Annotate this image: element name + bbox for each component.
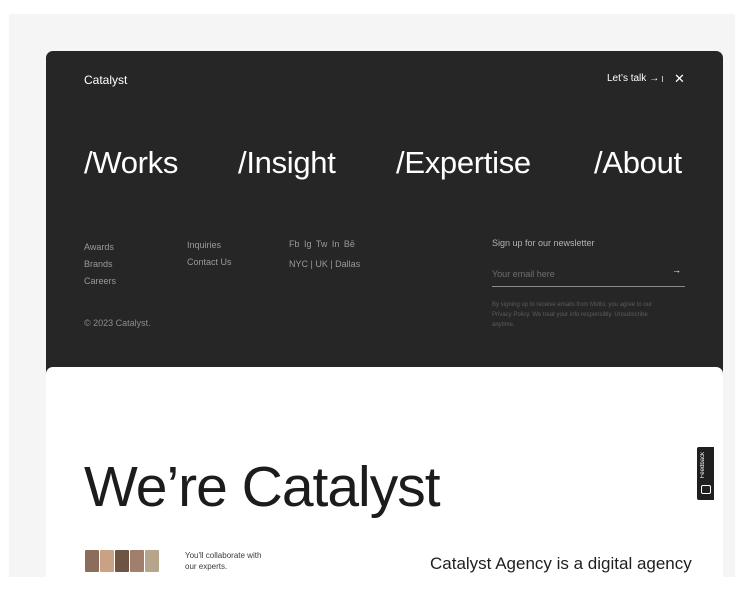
link-awards[interactable]: Awards <box>84 239 116 256</box>
footer-links-col1: Awards Brands Careers <box>84 239 116 290</box>
divider <box>662 76 663 82</box>
nav-about[interactable]: /About <box>594 145 682 181</box>
feedback-tab[interactable]: Feedback <box>697 447 714 500</box>
social-links[interactable]: Fb Ig Tw In Bē <box>289 239 355 249</box>
link-inquiries[interactable]: Inquiries <box>187 237 232 254</box>
avatar <box>114 549 130 573</box>
footer-links-col2: Inquiries Contact Us <box>187 237 232 271</box>
hero-title: We’re Catalyst <box>84 455 441 519</box>
avatar <box>144 549 160 573</box>
lets-talk-label: Let’s talk <box>607 73 647 84</box>
brand-logo[interactable]: Catalyst <box>84 73 127 87</box>
city-list: NYC | UK | Dallas <box>289 259 361 269</box>
link-careers[interactable]: Careers <box>84 273 116 290</box>
hero-section: We’re Catalyst You'll collaborate with o… <box>46 367 723 577</box>
link-brands[interactable]: Brands <box>84 256 116 273</box>
avatar <box>84 549 100 573</box>
newsletter-title: Sign up for our newsletter <box>492 238 595 248</box>
menu-overlay: Catalyst Let’s talk → ✕ /Works /Insight … <box>46 51 723 381</box>
email-input[interactable] <box>492 269 662 279</box>
newsletter-legal: By signing up to receive emails from Mot… <box>492 302 653 328</box>
about-text: Catalyst Agency is a digital agency <box>430 554 692 573</box>
team-caption: You'll collaborate with our experts. <box>185 551 262 571</box>
link-contact-us[interactable]: Contact Us <box>187 254 232 271</box>
nav-expertise[interactable]: /Expertise <box>396 145 531 181</box>
chat-icon <box>701 485 711 494</box>
avatar <box>129 549 145 573</box>
lets-talk-button[interactable]: Let’s talk → <box>607 73 659 84</box>
arrow-right-icon: → <box>649 73 660 84</box>
nav-insight[interactable]: /Insight <box>238 145 336 181</box>
nav-works[interactable]: /Works <box>84 145 178 181</box>
submit-arrow-icon[interactable]: → <box>672 265 681 275</box>
close-icon[interactable]: ✕ <box>674 71 685 87</box>
copyright: © 2023 Catalyst. <box>84 318 151 328</box>
avatar <box>99 549 115 573</box>
email-field-wrap: → <box>492 264 685 287</box>
team-avatars <box>84 549 160 573</box>
feedback-label: Feedback <box>700 452 706 479</box>
page-frame: Catalyst Let’s talk → ✕ /Works /Insight … <box>9 14 735 577</box>
